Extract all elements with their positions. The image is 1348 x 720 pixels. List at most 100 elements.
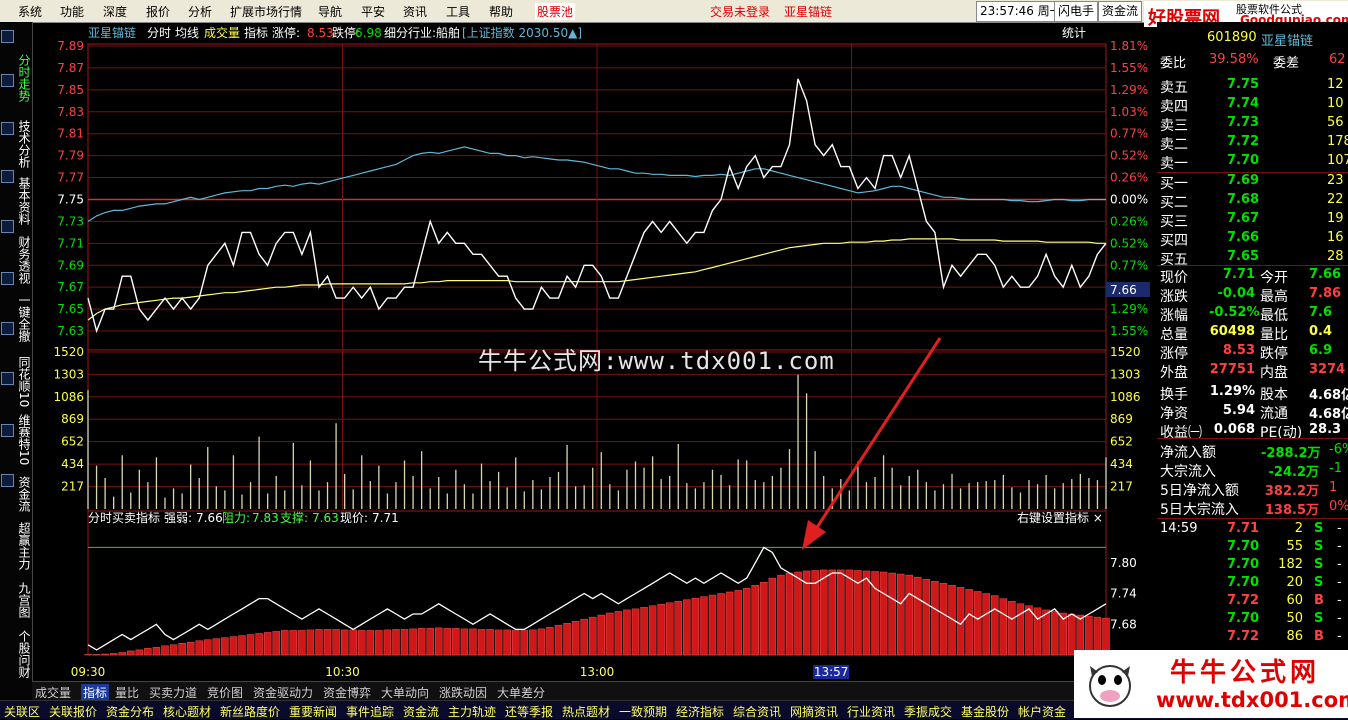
ask-price[interactable]: 7.74: [1227, 96, 1259, 111]
indicator-bar: [700, 596, 708, 656]
indicator-bar: [127, 650, 135, 656]
chart-menu-volume[interactable]: 成交量: [204, 25, 240, 40]
tick-extra: -: [1337, 629, 1342, 644]
menu-item[interactable]: 平安: [361, 3, 385, 20]
indicator-bar: [512, 630, 520, 656]
stat-value: 7.6: [1309, 305, 1333, 320]
status-tab[interactable]: 基金股份: [961, 703, 1009, 720]
status-tab[interactable]: 帐户资金: [1018, 703, 1066, 720]
menu-item[interactable]: 工具: [446, 3, 470, 20]
tab-intraday[interactable]: 分时走势: [14, 54, 31, 102]
tab-nine-grid[interactable]: 九宫图: [14, 582, 31, 618]
tick-price: 7.71: [1227, 521, 1260, 536]
indicator-tab[interactable]: 大单差分: [497, 684, 545, 701]
tab-ths10[interactable]: 同花顺10: [14, 356, 31, 407]
indicator-tab[interactable]: 资金博弈: [323, 684, 371, 701]
indicator-bar: [255, 633, 263, 656]
menu-item[interactable]: 系统: [18, 3, 42, 20]
zoom-icon[interactable]: [1, 322, 14, 335]
ask-price[interactable]: 7.72: [1227, 134, 1259, 149]
list-icon[interactable]: [1, 272, 14, 285]
status-tab[interactable]: 关联区: [4, 703, 40, 720]
stats-button[interactable]: 统计: [1062, 26, 1086, 40]
stock-pool-button[interactable]: 股票池: [535, 3, 576, 20]
status-tab[interactable]: 一致预期: [619, 703, 667, 720]
tab-fundamentals[interactable]: 基本资料: [14, 177, 31, 225]
window-icon[interactable]: [1, 74, 14, 87]
ask-price[interactable]: 7.73: [1227, 115, 1259, 130]
status-tab[interactable]: 热点题材: [562, 703, 610, 720]
status-tab[interactable]: 主力轨迹: [448, 703, 496, 720]
pct-tick-label: 0.77%: [1110, 127, 1148, 141]
chart-icon[interactable]: [1, 30, 14, 43]
ask-price[interactable]: 7.70: [1227, 153, 1259, 168]
indicator-tab[interactable]: 指标: [81, 684, 110, 701]
indicator-tab[interactable]: 成交量: [35, 684, 71, 701]
star-icon[interactable]: [1, 424, 14, 437]
status-tab[interactable]: 事件追踪: [346, 703, 394, 720]
flag-icon[interactable]: [1, 474, 14, 487]
pen-icon[interactable]: [1, 372, 14, 385]
bid-price[interactable]: 7.68: [1227, 192, 1259, 207]
login-status[interactable]: 交易未登录: [710, 3, 770, 20]
tab-cancel-all[interactable]: 一键全撤: [14, 294, 31, 342]
menu-item[interactable]: 资讯: [403, 3, 427, 20]
chart-menu-avg[interactable]: 均线: [175, 26, 199, 40]
status-tab[interactable]: 重要新闻: [289, 703, 337, 720]
menu-item[interactable]: 功能: [60, 3, 84, 20]
status-tab[interactable]: 经济指标: [676, 703, 724, 720]
ask-price[interactable]: 7.75: [1227, 77, 1259, 92]
fund-flow-button[interactable]: 资金流: [1098, 1, 1143, 22]
tab-fund-flow[interactable]: 资金流: [14, 476, 31, 512]
chart-menu-intraday[interactable]: 分时: [147, 26, 171, 40]
indicator-tab[interactable]: 涨跌动因: [439, 684, 487, 701]
status-tab[interactable]: 关联报价: [49, 703, 97, 720]
indicator-tab[interactable]: 大单动向: [381, 684, 429, 701]
menu-item[interactable]: 报价: [146, 3, 170, 20]
menu-item[interactable]: 帮助: [489, 3, 513, 20]
indicator-tab[interactable]: 量比: [115, 684, 139, 701]
menu-item[interactable]: 分析: [188, 3, 212, 20]
tab-financials[interactable]: 财务透视: [14, 236, 31, 284]
tab-main-force[interactable]: 超赢主力: [14, 522, 31, 570]
grid-icon[interactable]: [1, 170, 14, 183]
bid-volume: 19: [1327, 211, 1344, 226]
price-tick-label: 7.87: [57, 61, 84, 75]
status-tab[interactable]: 资金分布: [106, 703, 154, 720]
indicator-settings[interactable]: 右键设置指标 ×: [1017, 510, 1103, 525]
indicator-bar: [366, 630, 375, 656]
tab-technical[interactable]: 技术分析: [14, 120, 31, 168]
status-tab[interactable]: 季振成交: [904, 703, 952, 720]
table-icon[interactable]: [1, 122, 14, 135]
doc-icon[interactable]: [1, 220, 14, 233]
indicator-bar: [939, 583, 948, 656]
status-tab[interactable]: 还等季报: [505, 703, 553, 720]
indicator-tab[interactable]: 竞价图: [207, 684, 243, 701]
stat-value: 1.29%: [1209, 384, 1255, 399]
menu-item[interactable]: 深度: [103, 3, 127, 20]
menu-item[interactable]: 扩展市场行情: [230, 3, 302, 20]
indicator-bar: [554, 625, 563, 656]
flash-trade-button[interactable]: 闪电手: [1054, 1, 1099, 22]
bid-price[interactable]: 7.66: [1227, 230, 1259, 245]
status-tab[interactable]: 核心题材: [163, 703, 211, 720]
status-tab[interactable]: 资金流: [403, 703, 439, 720]
indicator-tab[interactable]: 买卖力道: [149, 684, 197, 701]
tab-vst10[interactable]: 维赛特10: [14, 414, 31, 465]
bid-price[interactable]: 7.65: [1227, 249, 1259, 264]
tick-side: S: [1314, 575, 1324, 590]
bid-price[interactable]: 7.69: [1227, 173, 1259, 188]
bid-price[interactable]: 7.67: [1227, 211, 1259, 226]
watermark: 牛牛公式网:www.tdx001.com: [478, 347, 835, 375]
status-tab[interactable]: 网摘资讯: [790, 703, 838, 720]
status-tab[interactable]: 行业资讯: [847, 703, 895, 720]
status-tab[interactable]: 综合资讯: [733, 703, 781, 720]
indicator-tab[interactable]: 资金驱动力: [253, 684, 313, 701]
tick-volume: 86: [1286, 629, 1303, 644]
tab-stock-qa[interactable]: 个股问财: [14, 630, 31, 678]
chart-menu-indicator[interactable]: 指标: [244, 25, 268, 40]
indicator-bar: [477, 629, 486, 656]
stat-label: 换手: [1160, 387, 1188, 403]
status-tab[interactable]: 新丝路度价: [220, 703, 280, 720]
menu-item[interactable]: 导航: [318, 3, 342, 20]
